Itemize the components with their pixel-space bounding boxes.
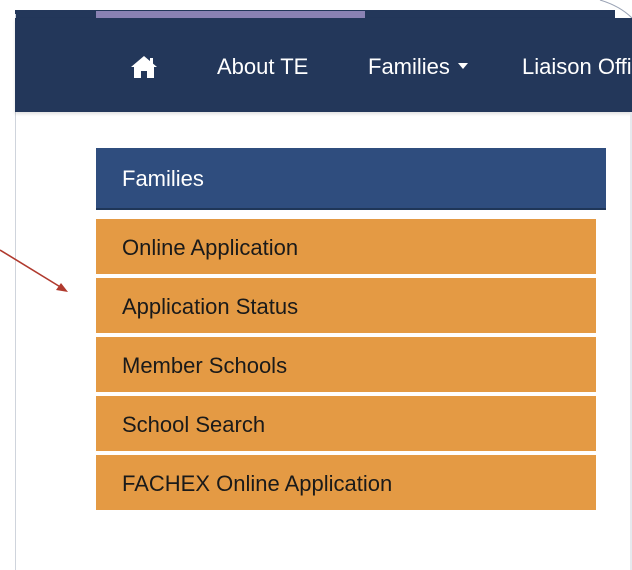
home-icon[interactable] xyxy=(129,53,159,81)
nav-item-about-te[interactable]: About TE xyxy=(217,54,308,80)
corner-shadow xyxy=(592,0,632,18)
families-panel-header: Families xyxy=(96,148,606,210)
nav-item-label: Liaison Offic xyxy=(522,54,632,79)
menu-item-fachex-online-application[interactable]: FACHEX Online Application xyxy=(96,455,596,510)
page: About TE Families Liaison Offic Families… xyxy=(0,0,632,570)
nav-item-families[interactable]: Families xyxy=(368,54,468,80)
caret-down-icon xyxy=(457,63,468,70)
annotation-arrow-icon xyxy=(0,249,68,292)
nav-item-label: Families xyxy=(368,54,450,79)
menu-item-school-search[interactable]: School Search xyxy=(96,396,596,451)
nav-accent-bar xyxy=(96,11,365,18)
families-menu-list: Online Application Application Status Me… xyxy=(96,219,596,510)
menu-item-member-schools[interactable]: Member Schools xyxy=(96,337,596,392)
nav-item-label: About TE xyxy=(217,54,309,79)
menu-item-application-status[interactable]: Application Status xyxy=(96,278,596,333)
nav-item-liaison-office[interactable]: Liaison Offic xyxy=(522,54,632,80)
menu-item-online-application[interactable]: Online Application xyxy=(96,219,596,274)
